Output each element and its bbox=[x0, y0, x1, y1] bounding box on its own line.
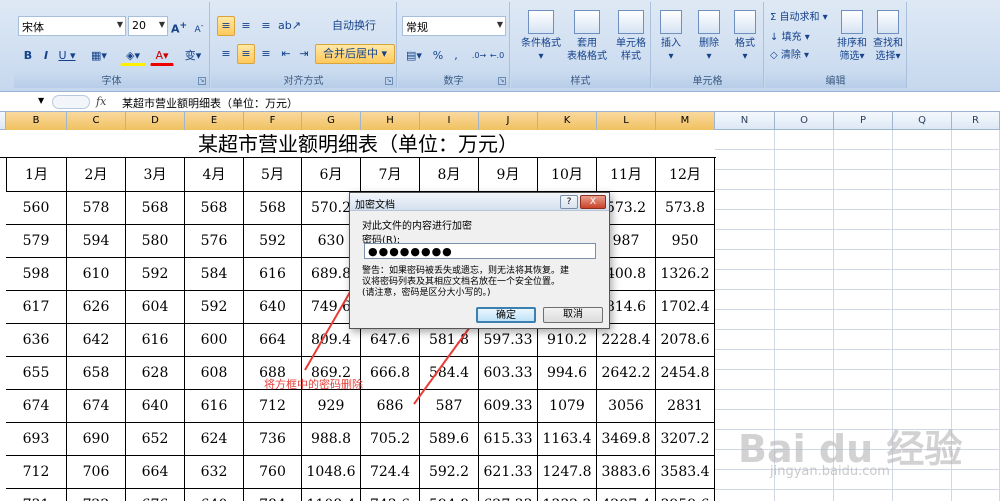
help-button[interactable]: ? bbox=[560, 195, 578, 209]
annotation-arrow-2 bbox=[413, 315, 479, 405]
ok-button[interactable]: 确定 bbox=[476, 307, 536, 323]
encrypt-document-dialog: 加密文档 ? X 对此文件的内容进行加密 密码(R): ●●●●●●●● 警告：… bbox=[349, 192, 610, 329]
password-field[interactable]: ●●●●●●●● bbox=[364, 243, 596, 259]
dialog-description: 对此文件的内容进行加密 bbox=[362, 221, 472, 232]
annotation-text: 将方框中的密码删除 bbox=[264, 378, 363, 391]
dialog-title: 加密文档 bbox=[355, 200, 395, 211]
cancel-button[interactable]: 取消 bbox=[543, 307, 603, 323]
watermark-url: jingyan.baidu.com bbox=[770, 464, 890, 479]
dialog-title-bar: 加密文档 ? X bbox=[350, 193, 609, 211]
warning-text-3: (请注意，密码是区分大小写的。) bbox=[362, 288, 491, 298]
close-icon[interactable]: X bbox=[580, 195, 606, 209]
